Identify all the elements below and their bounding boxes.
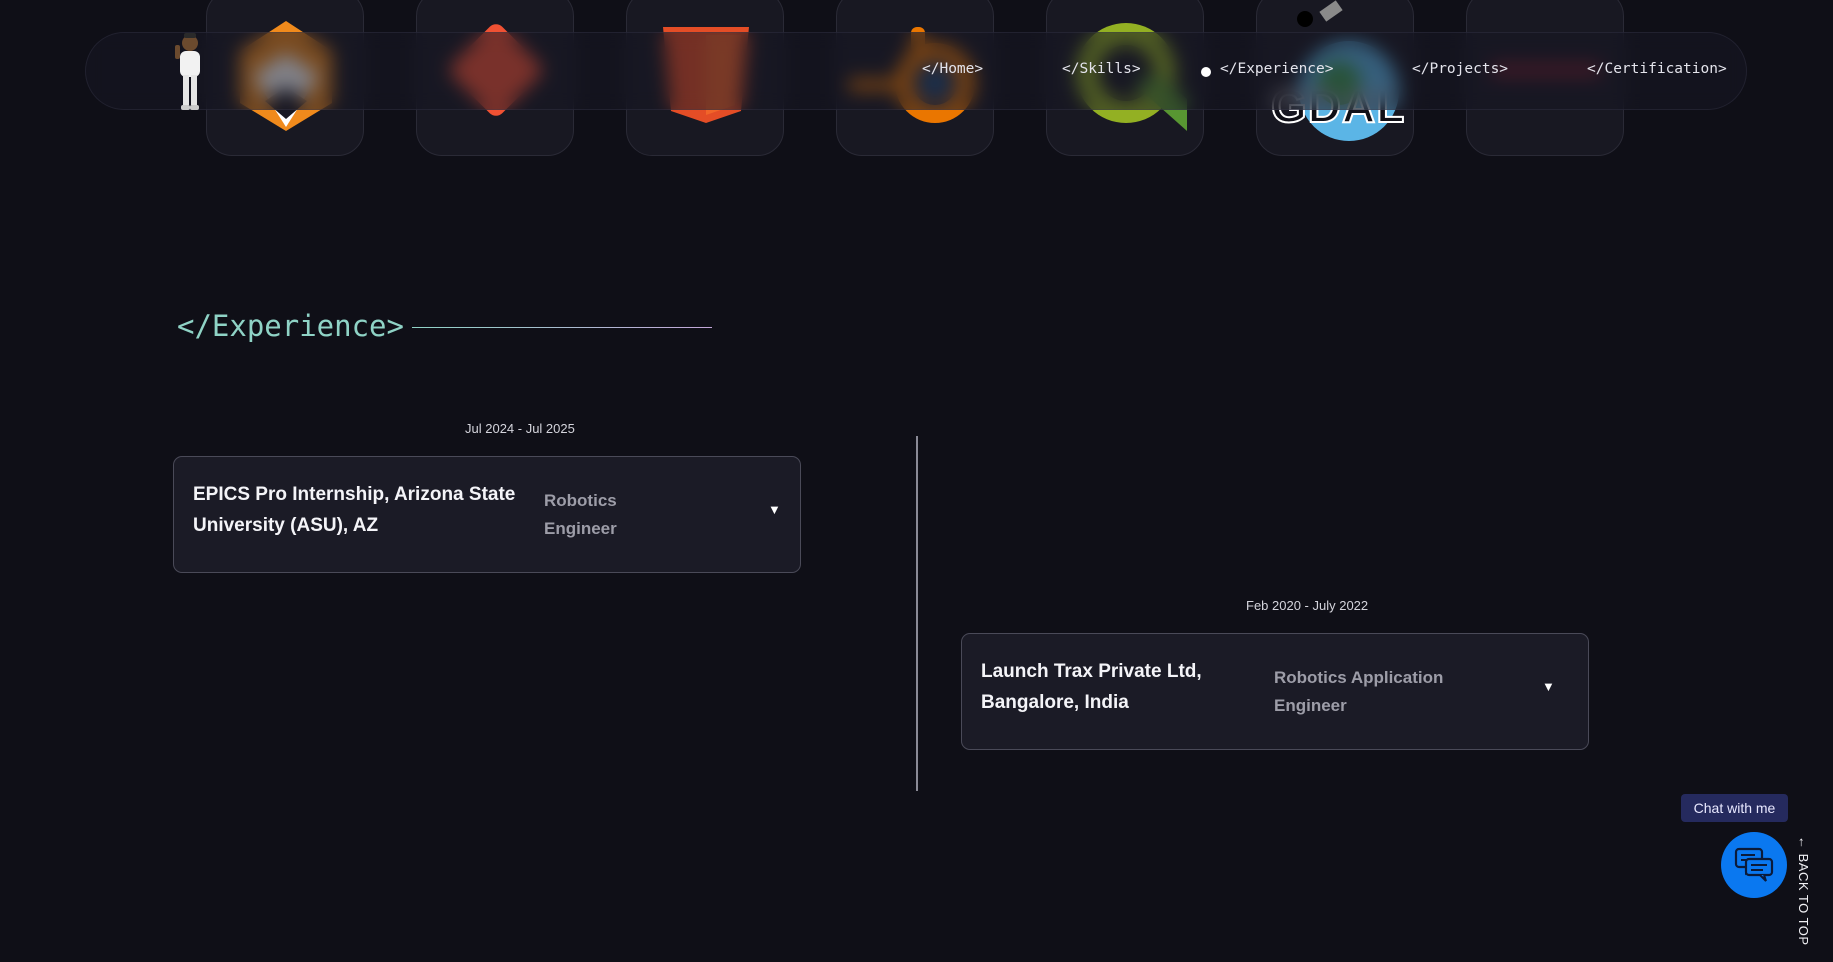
nav-experience[interactable]: </Experience> [1220,61,1334,77]
experience-company: Launch Trax Private Ltd, Bangalore, Indi… [981,661,1202,713]
back-to-top-link[interactable]: ← BACK TO TOP [1796,836,1811,946]
experience-company: EPICS Pro Internship, Arizona State Univ… [193,484,516,536]
portfolio-page: GDAL </Home> </Skills> </Experience> </P… [0,0,1833,962]
nav-skills[interactable]: </Skills> [1062,61,1141,77]
chat-tooltip: Chat with me [1681,794,1788,822]
experience-role: Robotics Application Engineer [1274,668,1444,715]
section-title: </Experience> [177,309,404,343]
nav-certification[interactable]: </Certification> [1587,61,1727,77]
expand-caret-icon[interactable]: ▼ [1542,679,1555,694]
timeline-line [916,436,918,791]
top-navbar: </Home> </Skills> </Experience> </Projec… [85,32,1747,110]
chat-button[interactable] [1721,832,1787,898]
section-title-rule [412,327,712,328]
experience-date: Feb 2020 - July 2022 [1246,598,1369,613]
avatar-figure [175,33,200,110]
experience-date: Jul 2024 - Jul 2025 [465,421,575,436]
chat-bubbles-icon [1734,847,1774,882]
active-nav-indicator [1201,67,1211,77]
experience-card[interactable]: Launch Trax Private Ltd, Bangalore, Indi… [961,633,1589,750]
experience-card[interactable]: EPICS Pro Internship, Arizona State Univ… [173,456,801,573]
expand-caret-icon[interactable]: ▼ [768,502,781,517]
nav-home[interactable]: </Home> [922,61,983,77]
experience-role: Robotics Engineer [544,491,617,538]
nav-projects[interactable]: </Projects> [1412,61,1508,77]
